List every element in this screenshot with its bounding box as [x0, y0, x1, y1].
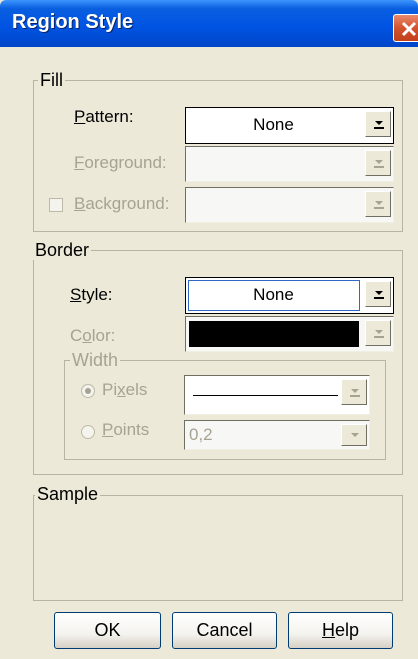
- pattern-select[interactable]: None: [185, 107, 394, 144]
- color-swatch: [189, 321, 359, 347]
- points-value: 0,2: [189, 425, 213, 444]
- points-label: Points: [102, 420, 150, 439]
- radio-dot: [85, 388, 91, 394]
- background-label: Background:: [74, 194, 170, 213]
- border-style-dropdown-button[interactable]: [365, 281, 391, 307]
- dropdown-arrow-icon: [374, 121, 384, 129]
- title-bar[interactable]: Region Style: [0, 0, 418, 47]
- border-color-dropdown-button[interactable]: [365, 320, 391, 346]
- color-label: Color:: [70, 326, 116, 345]
- pattern-value: None: [253, 115, 294, 134]
- style-label: Style:: [70, 285, 113, 304]
- border-legend: Border: [33, 240, 92, 260]
- border-color-select[interactable]: [185, 316, 394, 352]
- close-button[interactable]: [393, 14, 418, 42]
- dropdown-arrow-icon: [374, 160, 384, 168]
- dropdown-arrow-icon: [374, 330, 384, 338]
- background-checkbox[interactable]: [49, 198, 63, 212]
- pattern-dropdown-button[interactable]: [365, 111, 391, 137]
- pixels-dropdown-button[interactable]: [341, 379, 367, 405]
- border-style-value: None: [253, 285, 294, 304]
- points-radio[interactable]: [81, 425, 95, 439]
- dropdown-arrow-icon: [350, 389, 360, 397]
- line-width-preview: [193, 395, 338, 396]
- border-style-select[interactable]: None: [185, 277, 394, 314]
- pixels-radio[interactable]: [81, 384, 95, 398]
- region-style-dialog: Region Style Fill Pattern: None Foregrou…: [0, 0, 418, 659]
- dropdown-arrow-icon: [374, 201, 384, 209]
- pixels-label: Pixels: [102, 380, 148, 399]
- sample-legend: Sample: [35, 484, 101, 504]
- width-legend: Width: [70, 350, 121, 370]
- points-dropdown-button[interactable]: [341, 424, 367, 446]
- points-value-select[interactable]: 0,2: [184, 420, 370, 450]
- window-title: Region Style: [12, 11, 134, 33]
- dropdown-arrow-icon: [374, 291, 384, 299]
- close-icon: [401, 21, 417, 37]
- cancel-button[interactable]: Cancel: [172, 612, 277, 649]
- pattern-label: Pattern:: [74, 107, 134, 126]
- foreground-dropdown-button[interactable]: [365, 150, 391, 176]
- background-dropdown-button[interactable]: [365, 191, 391, 217]
- pixels-width-select[interactable]: [184, 375, 370, 415]
- foreground-label: Foreground:: [74, 153, 167, 172]
- sample-group: [33, 495, 403, 601]
- foreground-select[interactable]: [185, 146, 394, 182]
- help-button[interactable]: Help: [288, 612, 393, 649]
- ok-button[interactable]: OK: [54, 612, 161, 649]
- fill-legend: Fill: [38, 70, 65, 90]
- dropdown-arrow-icon: [351, 433, 359, 437]
- background-select[interactable]: [185, 187, 394, 223]
